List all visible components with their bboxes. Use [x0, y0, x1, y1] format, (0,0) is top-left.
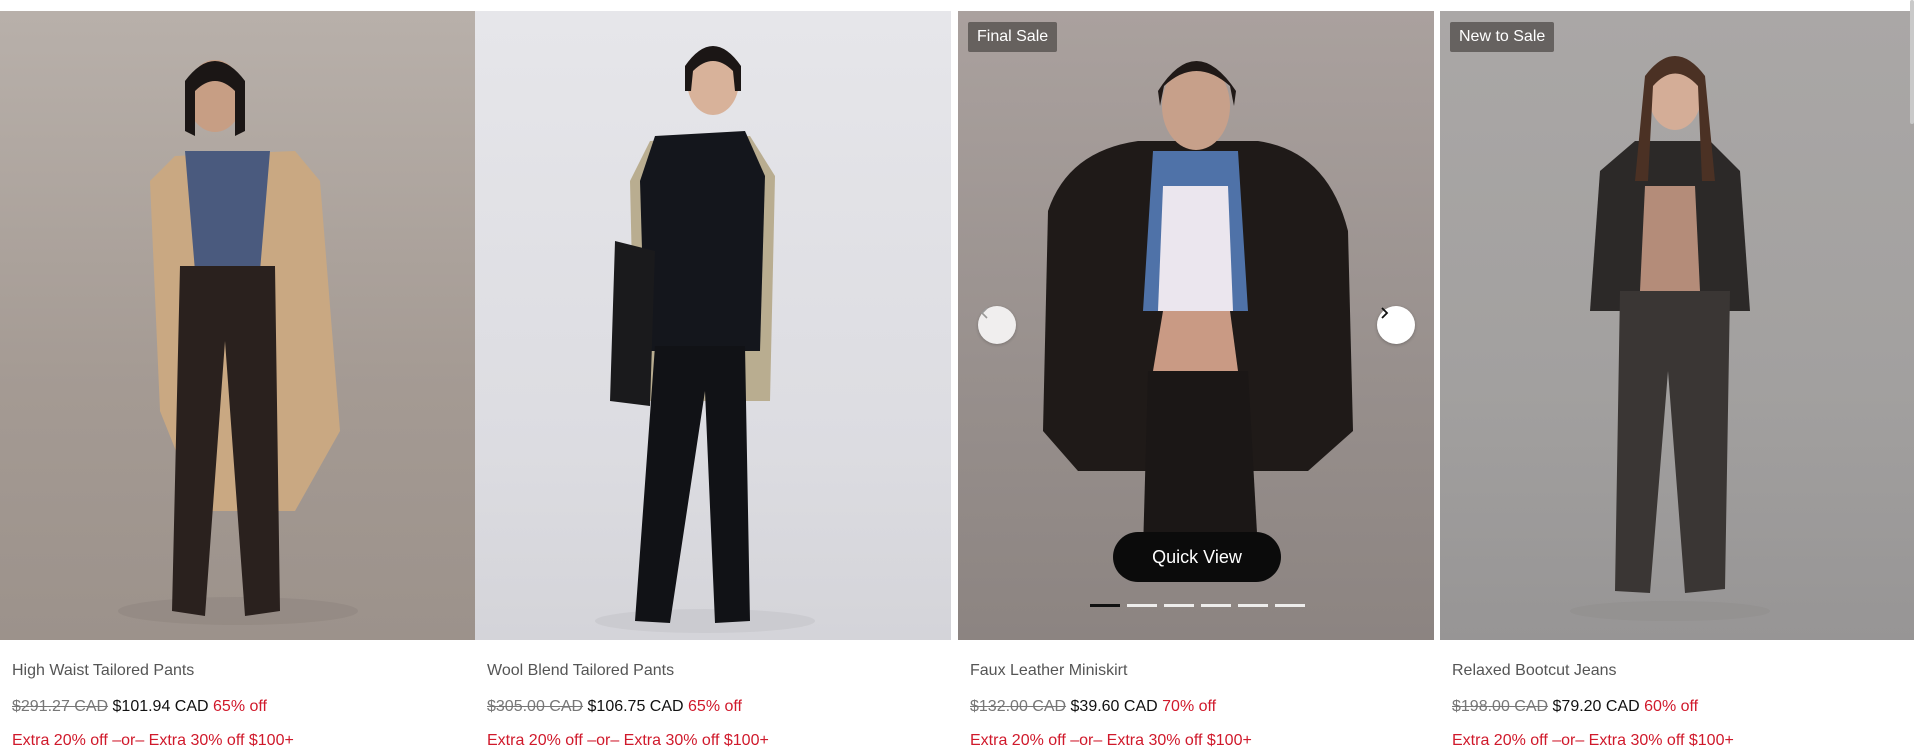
product-name[interactable]: Relaxed Bootcut Jeans — [1452, 662, 1904, 680]
discount-percent: 70% off — [1162, 698, 1217, 715]
quick-view-button[interactable]: Quick View — [1113, 532, 1281, 582]
product-grid: High Waist Tailored Pants $291.27 CAD $1… — [0, 11, 1914, 754]
sale-price: $101.94 CAD — [112, 698, 209, 715]
discount-percent: 60% off — [1644, 698, 1699, 715]
price-row: $132.00 CAD $39.60 CAD 70% off — [970, 698, 1422, 716]
product-card[interactable]: Wool Blend Tailored Pants $305.00 CAD $1… — [475, 11, 951, 754]
promo-text: Extra 20% off –or– Extra 30% off $100+ — [1452, 732, 1734, 749]
carousel-dot[interactable] — [1201, 604, 1231, 607]
carousel-dot[interactable] — [1275, 604, 1305, 607]
carousel-indicators — [1090, 604, 1305, 607]
carousel-prev-button[interactable] — [978, 306, 1016, 344]
product-card[interactable]: High Waist Tailored Pants $291.27 CAD $1… — [0, 11, 476, 754]
product-name[interactable]: Faux Leather Miniskirt — [970, 662, 1422, 680]
carousel-dot[interactable] — [1238, 604, 1268, 607]
price-row: $198.00 CAD $79.20 CAD 60% off — [1452, 698, 1904, 716]
carousel-next-button[interactable] — [1377, 306, 1415, 344]
price-row: $305.00 CAD $106.75 CAD 65% off — [487, 698, 939, 716]
carousel-dot[interactable] — [1164, 604, 1194, 607]
product-image[interactable] — [0, 11, 476, 640]
carousel-dot[interactable] — [1090, 604, 1120, 607]
final-sale-badge: Final Sale — [968, 22, 1058, 52]
original-price: $198.00 CAD — [1452, 698, 1549, 715]
new-to-sale-badge: New to Sale — [1450, 22, 1555, 52]
original-price: $132.00 CAD — [970, 698, 1067, 715]
product-name[interactable]: Wool Blend Tailored Pants — [487, 662, 939, 680]
promo-text: Extra 20% off –or– Extra 30% off $100+ — [12, 732, 294, 749]
promo-text: Extra 20% off –or– Extra 30% off $100+ — [970, 732, 1252, 749]
sale-price: $39.60 CAD — [1070, 698, 1158, 715]
product-card[interactable]: Final Sale Quick View Faux Leather Minis… — [958, 11, 1434, 754]
sale-price: $79.20 CAD — [1552, 698, 1640, 715]
product-image-carousel[interactable]: Final Sale Quick View — [958, 11, 1434, 640]
product-image[interactable] — [475, 11, 951, 640]
original-price: $305.00 CAD — [487, 698, 584, 715]
promo-text: Extra 20% off –or– Extra 30% off $100+ — [487, 732, 769, 749]
product-card[interactable]: New to Sale Relaxed Bootcut Jeans $198.0… — [1440, 11, 1914, 754]
product-name[interactable]: High Waist Tailored Pants — [12, 662, 464, 680]
carousel-dot[interactable] — [1127, 604, 1157, 607]
discount-percent: 65% off — [213, 698, 267, 715]
page-scrollbar[interactable] — [1910, 0, 1914, 124]
price-row: $291.27 CAD $101.94 CAD 65% off — [12, 698, 464, 716]
original-price: $291.27 CAD — [12, 698, 109, 715]
sale-price: $106.75 CAD — [587, 698, 684, 715]
product-image[interactable]: New to Sale — [1440, 11, 1914, 640]
discount-percent: 65% off — [688, 698, 742, 715]
